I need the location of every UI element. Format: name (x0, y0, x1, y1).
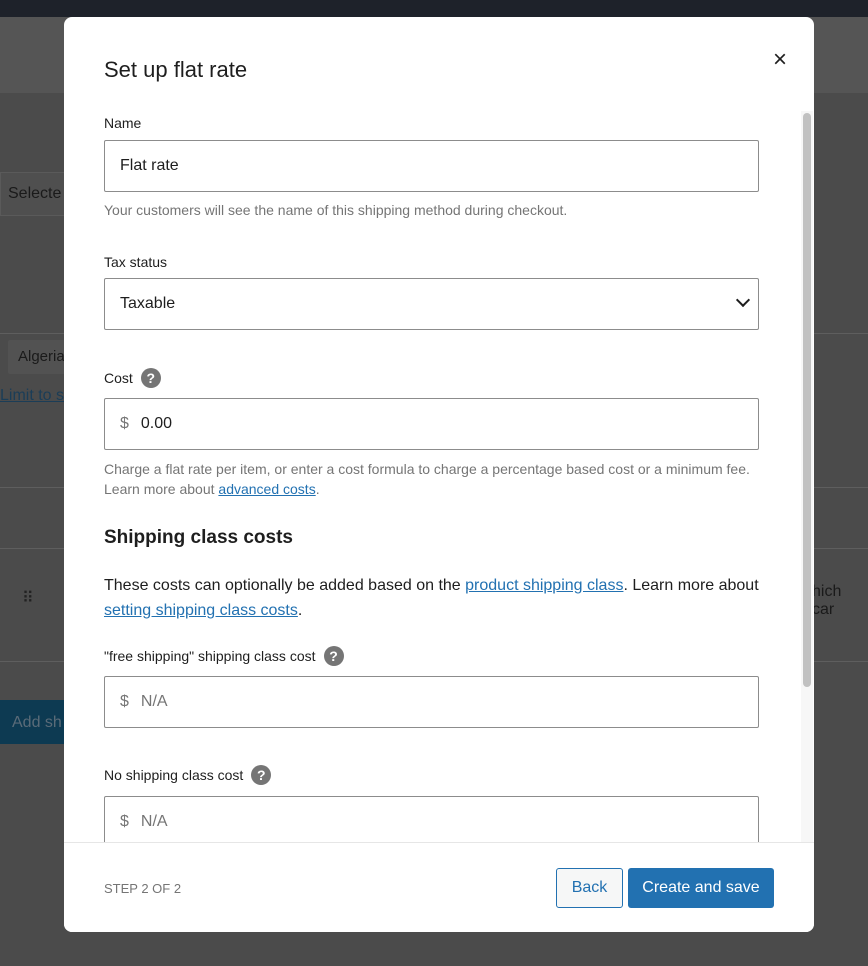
cost-input[interactable]: $0.00 (104, 398, 759, 450)
background-button-text: Add sh (12, 714, 62, 731)
cost-label: Cost? (104, 368, 161, 388)
background-chip-text: Algeria (18, 348, 65, 365)
help-icon[interactable]: ? (140, 368, 161, 388)
admin-bar (0, 0, 868, 17)
scrollbar-thumb[interactable] (803, 113, 811, 687)
free-shipping-cost-input[interactable]: $ N/A (104, 676, 759, 728)
background-text: hich car (812, 583, 842, 618)
back-button[interactable]: Back (556, 868, 623, 908)
no-class-cost-label: No shipping class cost? (104, 765, 272, 785)
modal-title: Set up flat rate (104, 57, 248, 82)
cost-hint: Charge a flat rate per item, or enter a … (104, 459, 759, 499)
background-link: Limit to s (0, 387, 65, 404)
cost-value: 0.00 (140, 415, 173, 432)
create-and-save-button[interactable]: Create and save (628, 868, 774, 908)
cost-label-text: Cost (104, 370, 133, 386)
setting-shipping-class-costs-link[interactable]: setting shipping class costs (104, 602, 298, 619)
shipping-class-description: These costs can optionally be added base… (104, 573, 764, 623)
background-select-text: Selecte (8, 185, 62, 202)
desc-text: . (297, 602, 303, 619)
close-icon[interactable]: × (767, 47, 793, 73)
modal-footer: STEP 2 OF 2 Back Create and save (64, 842, 814, 932)
step-indicator: STEP 2 OF 2 (104, 881, 182, 896)
currency-symbol: $ (120, 813, 129, 830)
name-label-text: Name (104, 115, 142, 131)
cost-hint-text: Charge a flat rate per item, or enter a … (104, 461, 750, 497)
no-class-cost-input[interactable]: $ N/A (104, 796, 759, 848)
scrollbar[interactable] (801, 111, 813, 859)
shipping-class-heading: Shipping class costs (104, 527, 293, 548)
currency-symbol: $ (120, 415, 129, 432)
name-input[interactable]: Flat rate (104, 140, 759, 192)
no-class-label-text: No shipping class cost (104, 767, 244, 783)
desc-text: These costs can optionally be added base… (104, 577, 466, 594)
cost-hint-end: . (315, 481, 320, 497)
name-value: Flat rate (120, 157, 179, 174)
help-icon[interactable]: ? (323, 646, 344, 666)
chevron-down-icon (735, 292, 751, 308)
advanced-costs-link[interactable]: advanced costs (218, 481, 315, 497)
desc-text: . Learn more about (623, 577, 759, 594)
tax-status-select[interactable]: Taxable (104, 278, 759, 330)
help-icon[interactable]: ? (251, 765, 272, 785)
placeholder: N/A (140, 813, 168, 830)
name-label: Name (104, 115, 141, 131)
currency-symbol: $ (120, 693, 129, 710)
product-shipping-class-link[interactable]: product shipping class (465, 577, 623, 594)
drag-handle-icon: ⠿ (22, 590, 34, 607)
free-shipping-label-text: "free shipping" shipping class cost (104, 648, 316, 664)
placeholder: N/A (140, 693, 168, 710)
name-hint: Your customers will see the name of this… (104, 202, 568, 218)
flat-rate-modal: Set up flat rate × Name Flat rate Your c… (64, 17, 814, 932)
tax-status-label-text: Tax status (104, 254, 168, 270)
free-shipping-cost-label: "free shipping" shipping class cost? (104, 646, 344, 666)
tax-status-value: Taxable (120, 295, 176, 312)
tax-status-label: Tax status (104, 254, 167, 270)
